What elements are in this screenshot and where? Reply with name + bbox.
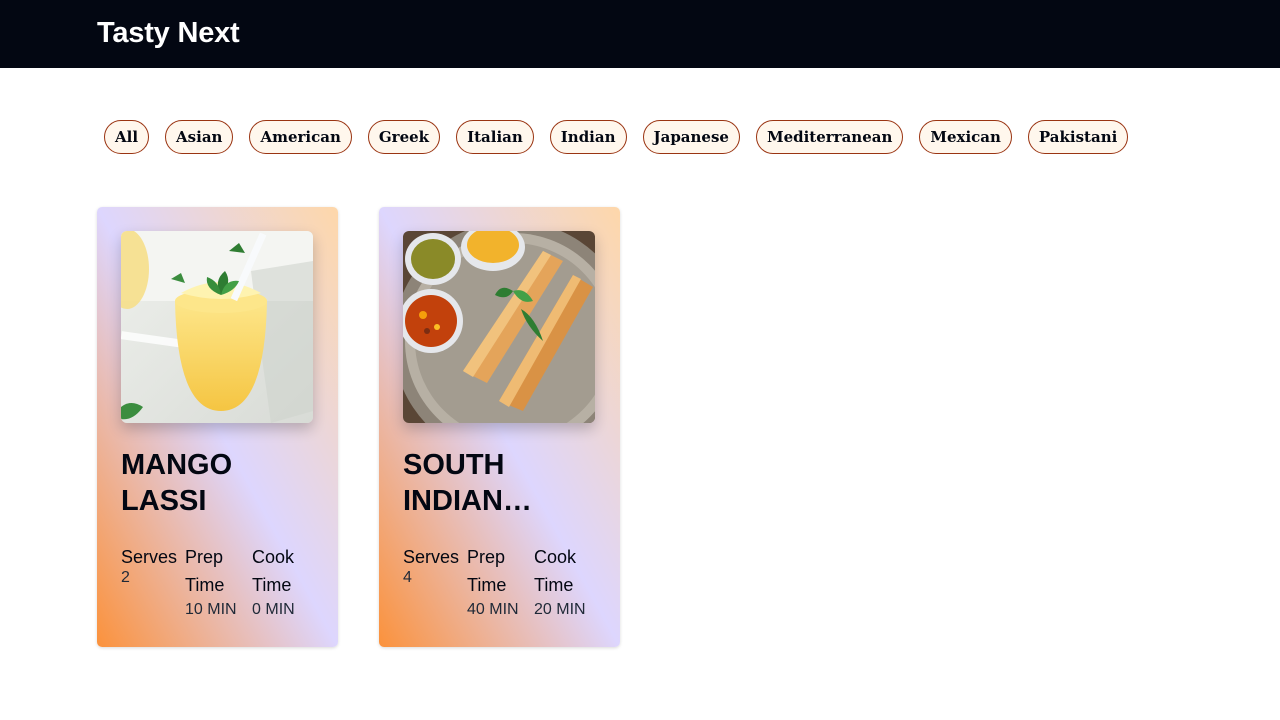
- prep-time-label: Prep Time: [185, 547, 225, 595]
- filter-chip-all[interactable]: All: [104, 120, 150, 154]
- cook-time-stat: Cook Time 0 MIN: [252, 543, 312, 621]
- cook-time-value: 0 MIN: [252, 601, 295, 618]
- recipe-image-mango-lassi: [121, 231, 313, 423]
- top-navbar: Tasty Next: [0, 0, 1280, 68]
- prep-time-label: Prep Time: [467, 547, 507, 595]
- recipe-stats: Serves 4 Prep Time 40 MIN Cook Time 20 M…: [403, 543, 602, 621]
- filter-chip-greek[interactable]: Greek: [367, 120, 441, 154]
- serves-value: 2: [121, 569, 130, 586]
- filter-chip-mediterranean[interactable]: Mediterranean: [755, 120, 904, 154]
- serves-value: 4: [403, 569, 412, 586]
- filter-chip-japanese[interactable]: Japanese: [642, 120, 740, 154]
- cook-time-stat: Cook Time 20 MIN: [534, 543, 594, 621]
- filter-chip-mexican[interactable]: Mexican: [919, 120, 1012, 154]
- recipe-title: SOUTH INDIAN…: [403, 449, 532, 517]
- cook-time-label: Cook Time: [252, 547, 295, 595]
- recipe-title: MANGO LASSI: [121, 449, 233, 517]
- filter-chip-italian[interactable]: Italian: [456, 120, 534, 154]
- prep-time-value: 40 MIN: [467, 601, 519, 618]
- brand-logo-link[interactable]: Tasty Next: [97, 16, 240, 50]
- serves-stat: Serves 4: [403, 543, 459, 621]
- recipe-card[interactable]: MANGO LASSI Serves 2 Prep Time 10 MIN Co…: [97, 207, 338, 647]
- recipe-stats: Serves 2 Prep Time 10 MIN Cook Time 0 MI…: [121, 543, 320, 621]
- cuisine-filter-bar: All Asian American Greek Italian Indian …: [104, 120, 1129, 154]
- filter-chip-american[interactable]: American: [249, 120, 352, 154]
- cook-time-value: 20 MIN: [534, 601, 586, 618]
- prep-time-stat: Prep Time 10 MIN: [185, 543, 244, 621]
- cook-time-label: Cook Time: [534, 547, 577, 595]
- serves-stat: Serves 2: [121, 543, 177, 621]
- prep-time-value: 10 MIN: [185, 601, 237, 618]
- recipe-image-south-indian: [403, 231, 595, 423]
- filter-chip-asian[interactable]: Asian: [165, 120, 234, 154]
- filter-chip-pakistani[interactable]: Pakistani: [1027, 120, 1129, 154]
- recipe-card[interactable]: SOUTH INDIAN… Serves 4 Prep Time 40 MIN …: [379, 207, 620, 647]
- filter-chip-indian[interactable]: Indian: [549, 120, 627, 154]
- prep-time-stat: Prep Time 40 MIN: [467, 543, 526, 621]
